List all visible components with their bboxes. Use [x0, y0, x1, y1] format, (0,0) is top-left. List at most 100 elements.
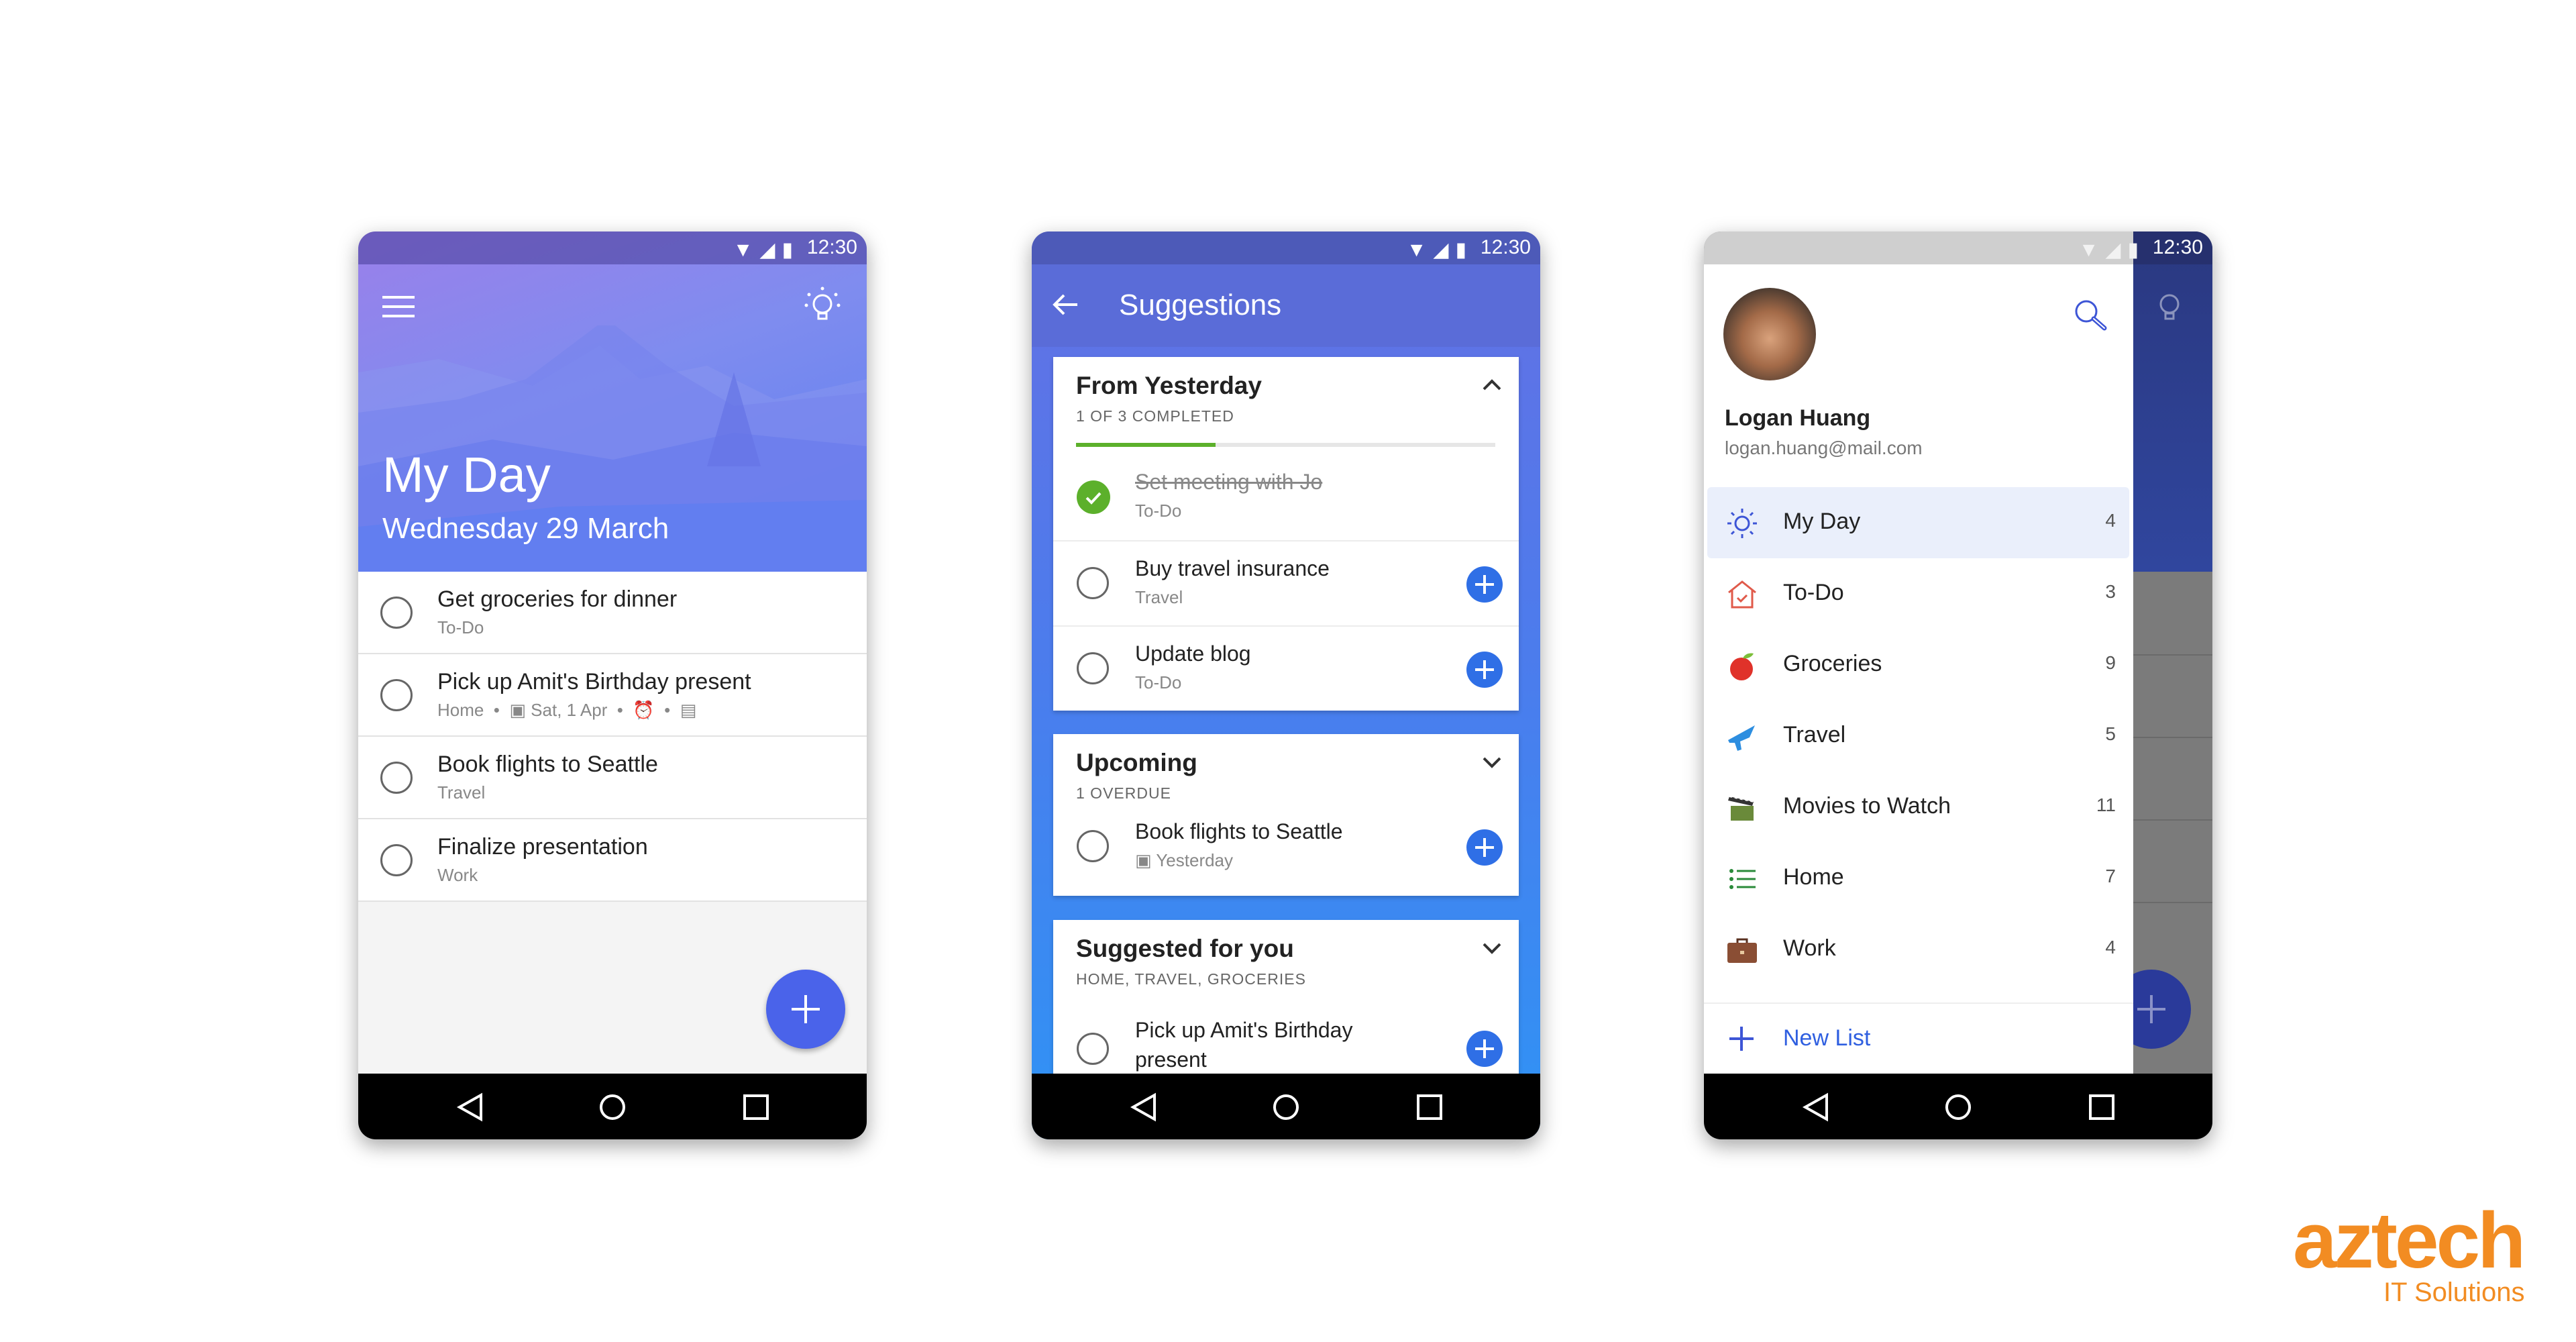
house-icon — [1725, 578, 1759, 611]
chevron-down-icon[interactable] — [1479, 937, 1505, 958]
apple-icon — [1725, 649, 1759, 682]
new-list-button[interactable]: New List — [1704, 1005, 2133, 1072]
add-to-my-day-button[interactable] — [1466, 566, 1503, 603]
complete-checkbox[interactable] — [1077, 1033, 1109, 1065]
suggestion-item[interactable]: Pick up Amit's Birthday present — [1053, 1000, 1519, 1086]
sun-icon — [1725, 507, 1759, 540]
suggestion-item[interactable]: Set meeting with Jo To-Do — [1053, 455, 1519, 540]
toolbar: Suggestions — [1032, 264, 1540, 347]
complete-checkbox[interactable] — [380, 844, 413, 876]
item-title: Pick up Amit's Birthday present — [1135, 1018, 1353, 1072]
recents-nav-icon[interactable] — [741, 1092, 771, 1122]
home-nav-icon[interactable] — [598, 1092, 627, 1122]
battery-icon: ▮ — [782, 239, 793, 261]
chevron-up-icon[interactable] — [1479, 374, 1505, 395]
divider — [1704, 1002, 2133, 1004]
status-bar: ▼ ◢ ▮ 12:30 — [1032, 231, 1540, 264]
drawer-list-item[interactable]: Groceries 9 — [1704, 629, 2133, 701]
complete-checkbox[interactable] — [1077, 567, 1109, 599]
back-arrow-icon[interactable] — [1052, 293, 1079, 317]
list-label: Home — [1783, 864, 1844, 890]
complete-checkbox[interactable] — [1077, 830, 1109, 862]
item-title: Book flights to Seattle — [1135, 819, 1343, 843]
checked-checkbox[interactable] — [1077, 480, 1110, 514]
user-name: Logan Huang — [1725, 405, 1871, 431]
drawer-list-item[interactable]: Movies to Watch 11 — [1704, 772, 2133, 843]
drawer-list-item[interactable]: Travel 5 — [1704, 701, 2133, 772]
add-to-my-day-button[interactable] — [1466, 652, 1503, 688]
status-time: 12:30 — [806, 236, 857, 258]
complete-checkbox[interactable] — [380, 597, 413, 629]
page-title: My Day — [382, 447, 551, 503]
drawer-list-item[interactable]: Work 4 — [1704, 914, 2133, 985]
drawer-list-item[interactable]: To-Do 3 — [1704, 558, 2133, 629]
complete-checkbox[interactable] — [1077, 652, 1109, 684]
list-label: Travel — [1783, 722, 1846, 747]
note-icon: ▤ — [680, 700, 697, 720]
complete-checkbox[interactable] — [380, 762, 413, 794]
calendar-icon: ▣ — [509, 700, 526, 720]
battery-icon: ▮ — [2127, 239, 2139, 261]
search-icon[interactable] — [2073, 298, 2110, 336]
item-meta: ▣ Yesterday — [1135, 850, 1233, 871]
list-count: 4 — [2105, 937, 2116, 958]
suggestion-item[interactable]: Buy travel insurance Travel — [1053, 540, 1519, 625]
task-title: Get groceries for dinner — [437, 586, 678, 612]
user-email: logan.huang@mail.com — [1725, 437, 1923, 458]
suggestion-item[interactable]: Update blog To-Do — [1053, 625, 1519, 711]
list-count: 3 — [2105, 581, 2116, 602]
page-date: Wednesday 29 March — [382, 512, 669, 545]
recents-nav-icon[interactable] — [2087, 1092, 2116, 1122]
task-row[interactable]: Finalize presentation Work — [358, 819, 867, 902]
home-nav-icon[interactable] — [1943, 1092, 1973, 1122]
task-list: Travel — [437, 782, 486, 803]
list-icon — [1725, 862, 1759, 896]
task-list: To-Do — [437, 617, 484, 637]
card-subtitle: HOME, TRAVEL, GROCERIES — [1076, 970, 1306, 988]
back-nav-icon[interactable] — [455, 1092, 485, 1122]
avatar[interactable] — [1723, 288, 1816, 380]
phone-my-day: ▼ ◢ ▮ 12:30 My Day Wednesday 29 March Get … — [358, 231, 867, 1139]
android-nav-bar — [1704, 1074, 2212, 1139]
drawer-list-item[interactable]: My Day 4 — [1704, 487, 2133, 558]
item-title: Set meeting with Jo — [1135, 470, 1323, 494]
aztech-logo: aztech — [2293, 1196, 2526, 1285]
chevron-down-icon[interactable] — [1479, 752, 1505, 772]
wifi-icon: ▼ — [2078, 238, 2099, 261]
task-row[interactable]: Get groceries for dinner To-Do — [358, 572, 867, 654]
back-nav-icon[interactable] — [1129, 1092, 1159, 1122]
task-title: Finalize presentation — [437, 834, 648, 860]
task-row[interactable]: Pick up Amit's Birthday present Home • ▣… — [358, 654, 867, 737]
task-list: Home — [437, 700, 484, 720]
add-to-my-day-button[interactable] — [1466, 1031, 1503, 1067]
suggestion-item[interactable]: Book flights to Seattle ▣ Yesterday — [1053, 805, 1519, 890]
complete-checkbox[interactable] — [380, 679, 413, 711]
progress-bar — [1076, 443, 1495, 447]
list-count: 4 — [2105, 510, 2116, 531]
item-list: Travel — [1135, 587, 1183, 607]
item-title: Buy travel insurance — [1135, 556, 1330, 580]
task-row[interactable]: Book flights to Seattle Travel — [358, 737, 867, 819]
wifi-icon: ▼ — [1406, 238, 1427, 261]
list-count: 9 — [2105, 652, 2116, 673]
hamburger-menu-icon[interactable] — [382, 296, 415, 317]
signal-icon: ◢ — [759, 239, 775, 261]
android-nav-bar — [1032, 1074, 1540, 1139]
item-title: Update blog — [1135, 641, 1251, 666]
clapperboard-icon — [1725, 791, 1759, 825]
home-nav-icon[interactable] — [1271, 1092, 1301, 1122]
add-to-my-day-button[interactable] — [1466, 829, 1503, 866]
list-count: 7 — [2105, 866, 2116, 886]
item-list: To-Do — [1135, 501, 1182, 521]
status-time: 12:30 — [2152, 236, 2203, 258]
logo-tagline: IT Solutions — [2383, 1278, 2525, 1307]
task-due: Sat, 1 Apr — [531, 700, 608, 720]
item-due: Yesterday — [1156, 850, 1234, 870]
navigation-drawer: Logan Huang logan.huang@mail.com My Day … — [1704, 264, 2133, 1074]
back-nav-icon[interactable] — [1801, 1092, 1831, 1122]
add-task-fab[interactable] — [766, 970, 845, 1049]
drawer-list-item[interactable]: Home 7 — [1704, 843, 2133, 914]
recents-nav-icon[interactable] — [1415, 1092, 1444, 1122]
lightbulb-icon[interactable] — [804, 285, 841, 325]
my-day-header: ▼ ◢ ▮ 12:30 My Day Wednesday 29 March — [358, 231, 867, 572]
